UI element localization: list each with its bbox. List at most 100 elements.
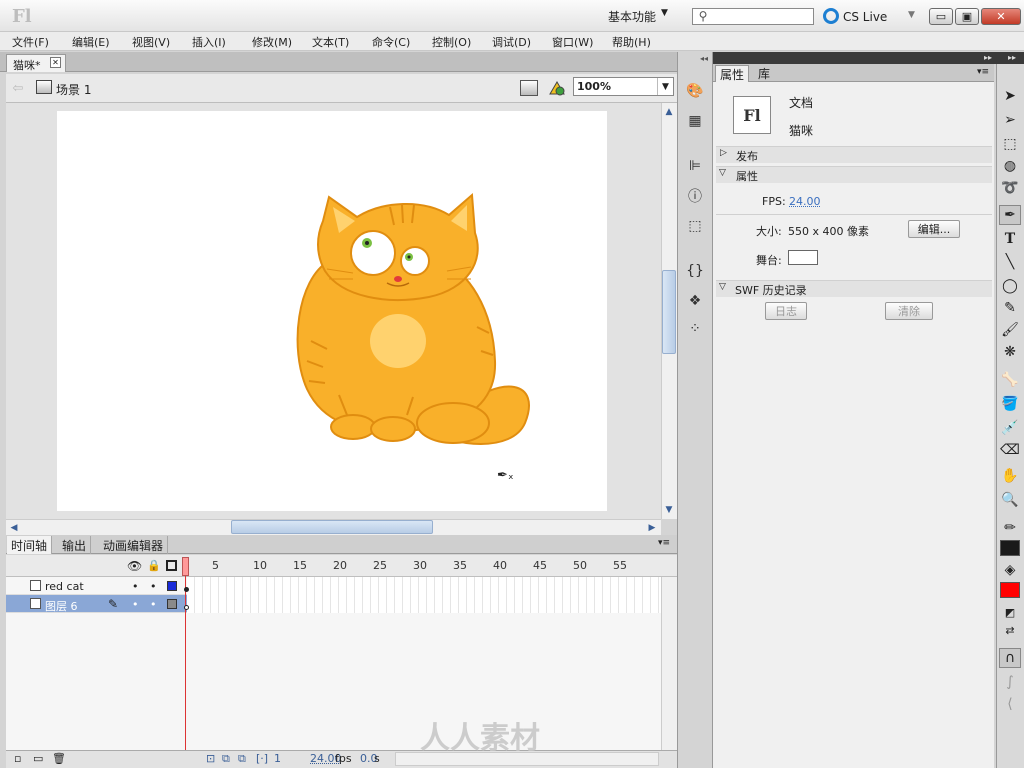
delete-layer-icon[interactable]: 🗑 — [52, 752, 66, 765]
center-frame-icon[interactable]: ⊡ — [206, 752, 215, 765]
current-frame[interactable]: 1 — [274, 752, 281, 765]
zoom-dropdown-icon[interactable]: ▼ — [657, 78, 673, 95]
oval-tool-icon[interactable]: ◯ — [999, 276, 1021, 296]
back-arrow-icon[interactable]: ⇦ — [10, 80, 26, 96]
workspace-dropdown-icon[interactable]: ▼ — [661, 8, 668, 18]
swap-colors-icon[interactable]: ⇄ — [999, 620, 1021, 640]
pen-tool-icon[interactable]: ✒ — [999, 205, 1021, 225]
close-button[interactable]: ✕ — [981, 8, 1021, 25]
stroke-color-swatch[interactable] — [1000, 540, 1020, 556]
edit-multiple-frames-icon[interactable]: [·] — [256, 752, 268, 765]
cs-live-dropdown-icon[interactable]: ▼ — [908, 10, 915, 20]
layer-lock-dot[interactable]: • — [150, 598, 157, 611]
stage[interactable] — [57, 111, 607, 511]
stage-color-swatch[interactable] — [788, 250, 818, 265]
layer-name[interactable]: 图层 6 — [45, 598, 78, 614]
align-icon[interactable]: ⊫ — [683, 155, 707, 177]
log-button[interactable]: 日志 — [765, 302, 807, 320]
swf-history-label[interactable]: SWF 历史记录 — [735, 282, 807, 298]
tab-properties[interactable]: 属性 — [715, 65, 750, 82]
scroll-down-icon[interactable]: ▼ — [662, 503, 676, 517]
document-name[interactable]: 猫咪 — [789, 122, 813, 139]
eyedropper-tool-icon[interactable]: 💉 — [999, 418, 1021, 438]
motion-presets-icon[interactable]: ⁘ — [683, 318, 707, 340]
lasso-tool-icon[interactable]: ➰ — [999, 178, 1021, 198]
layer-name[interactable]: red cat — [45, 580, 84, 593]
timeline-vertical-scrollbar[interactable] — [661, 577, 677, 750]
hand-tool-icon[interactable]: ✋ — [999, 466, 1021, 486]
layer-visible-dot[interactable]: • — [132, 580, 139, 593]
scene-label[interactable]: 场景 1 — [56, 81, 91, 98]
close-tab-icon[interactable]: ✕ — [50, 57, 61, 68]
frame-grid[interactable] — [187, 577, 661, 613]
eraser-tool-icon[interactable]: ⌫ — [999, 440, 1021, 460]
minimize-button[interactable]: ▭ — [929, 8, 953, 25]
onion-skin-icon[interactable]: ⧉ — [222, 752, 230, 766]
text-tool-icon[interactable]: T — [999, 229, 1021, 249]
new-layer-icon[interactable]: ▫ — [14, 752, 21, 765]
layer-lock-dot[interactable]: • — [150, 580, 157, 593]
components-icon[interactable]: ❖ — [683, 290, 707, 312]
tab-output[interactable]: 输出 — [58, 536, 92, 554]
canvas-horizontal-scroll-thumb[interactable] — [231, 520, 433, 534]
scroll-up-icon[interactable]: ▲ — [662, 105, 676, 119]
cs-live-icon[interactable] — [823, 8, 839, 24]
document-tab-label[interactable]: 猫咪* — [13, 57, 41, 73]
swatches-icon[interactable]: ▦ — [683, 110, 707, 132]
scroll-right-icon[interactable]: ▶ — [645, 521, 659, 535]
stroke-color-pencil-icon[interactable]: ✏ — [999, 518, 1021, 538]
menu-view[interactable]: 视图(V) — [132, 34, 170, 50]
menu-edit[interactable]: 编辑(E) — [72, 34, 110, 50]
zoom-value[interactable]: 100% — [577, 80, 611, 93]
collapse-arrow-icon[interactable]: ▽ — [719, 168, 726, 178]
menu-commands[interactable]: 命令(C) — [372, 34, 410, 50]
canvas-vertical-scroll-thumb[interactable] — [662, 270, 676, 354]
layer-outline-color[interactable] — [167, 599, 177, 609]
publish-section-label[interactable]: 发布 — [736, 148, 758, 164]
outline-icon[interactable] — [166, 560, 177, 571]
fps-field[interactable]: 24.00 — [789, 195, 821, 208]
black-white-icon[interactable]: ◩ — [999, 602, 1021, 622]
expand-panel-icon[interactable]: ▸▸ — [984, 53, 992, 62]
menu-file[interactable]: 文件(F) — [12, 34, 49, 50]
cs-live-label[interactable]: CS Live — [843, 10, 887, 24]
line-tool-icon[interactable]: ╲ — [999, 252, 1021, 272]
smooth-icon[interactable]: ∫ — [999, 672, 1021, 692]
restore-button[interactable]: ▣ — [955, 8, 979, 25]
keyframe-empty[interactable] — [184, 605, 189, 610]
properties-section-label[interactable]: 属性 — [736, 168, 758, 184]
show-hide-eye-icon[interactable]: 👁 — [127, 559, 142, 573]
tab-motion-editor[interactable]: 动画编辑器 — [99, 536, 169, 554]
keyframe-filled[interactable] — [184, 587, 189, 592]
free-transform-tool-icon[interactable]: ⬚ — [999, 134, 1021, 154]
brush-tool-icon[interactable]: 🖌 — [999, 320, 1021, 340]
menu-modify[interactable]: 修改(M) — [252, 34, 292, 50]
help-search-input[interactable] — [692, 8, 814, 25]
collapse-arrow-icon[interactable]: ▽ — [719, 282, 726, 292]
panel-menu-icon[interactable]: ▾≡ — [977, 67, 989, 77]
selection-tool-icon[interactable]: ➤ — [999, 86, 1021, 106]
3d-rotation-tool-icon[interactable]: ◍ — [999, 156, 1021, 176]
edit-scene-icon[interactable] — [520, 80, 538, 96]
menu-control[interactable]: 控制(O) — [432, 34, 471, 50]
menu-window[interactable]: 窗口(W) — [552, 34, 593, 50]
paint-bucket-tool-icon[interactable]: 🪣 — [999, 394, 1021, 414]
pencil-tool-icon[interactable]: ✎ — [999, 298, 1021, 318]
menu-debug[interactable]: 调试(D) — [492, 34, 531, 50]
cat-artwork[interactable] — [57, 111, 607, 511]
panel-menu-icon[interactable]: ▾≡ — [658, 538, 670, 548]
color-palette-icon[interactable]: 🎨 — [683, 80, 707, 102]
layer-outline-color[interactable] — [167, 581, 177, 591]
lock-icon[interactable]: 🔒 — [147, 559, 161, 572]
new-folder-icon[interactable]: ▭ — [33, 752, 43, 765]
layer-visible-dot[interactable]: • — [132, 598, 139, 611]
fill-color-swatch[interactable] — [1000, 582, 1020, 598]
subselection-tool-icon[interactable]: ➢ — [999, 110, 1021, 130]
edit-symbols-icon[interactable] — [548, 80, 566, 96]
collapse-panel-icon[interactable]: ◂◂ — [700, 54, 708, 63]
onion-outline-icon[interactable]: ⧉ — [238, 752, 246, 766]
info-icon[interactable]: ⓘ — [683, 185, 707, 207]
menu-text[interactable]: 文本(T) — [312, 34, 349, 50]
tab-timeline[interactable]: 时间轴 — [7, 536, 53, 554]
transform-icon[interactable]: ⬚ — [683, 215, 707, 237]
